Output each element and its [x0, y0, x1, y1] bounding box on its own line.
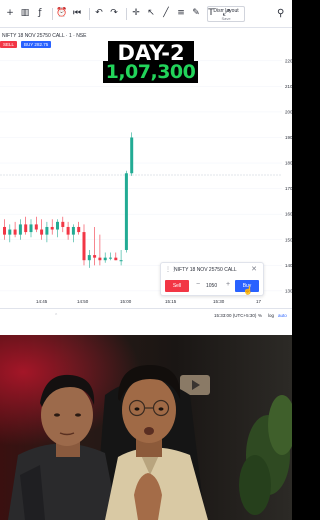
price-tick-label: 180 [285, 161, 292, 166]
candle-down [66, 226, 70, 235]
order-panel-title: NIFTY 18 NOV 25750 CALL [174, 267, 237, 273]
time-label: 15:30 [213, 299, 225, 304]
candle-down [77, 226, 81, 233]
price-tick-label: 140 [285, 263, 292, 268]
price-axis: 220 210 200 190 180 170 160 150 140 130 [285, 58, 292, 293]
toolbar-divider [89, 7, 90, 20]
time-label: 14:50 [77, 299, 89, 304]
price-tick-label: 220 [285, 58, 292, 63]
quantity-field[interactable]: 1050 [206, 283, 217, 289]
cursor-tool-icon[interactable]: ↖ [145, 8, 157, 20]
indicators-icon[interactable]: ƒ [34, 8, 46, 20]
candle-up [109, 257, 112, 259]
time-label: 15:15 [165, 299, 177, 304]
pointer-cursor-icon: ☝ [243, 286, 253, 295]
crosshair-icon[interactable]: ✛ [130, 8, 142, 20]
layout-save-label: Save [221, 16, 231, 21]
utc-clock[interactable]: 15:33:00 (UTC+5:30) [214, 313, 256, 318]
chart-grid [0, 60, 282, 292]
percent-toggle[interactable]: % [258, 313, 262, 318]
increase-qty-button[interactable]: + [226, 281, 230, 288]
redo-icon[interactable]: ↷ [108, 8, 120, 20]
time-axis: 14:45 14:50 15:00 15:15 15:30 17 [0, 299, 292, 307]
candle-down [114, 257, 118, 261]
candle-down [13, 229, 17, 235]
candle-down [50, 226, 54, 230]
sell-button[interactable]: Sell [165, 280, 189, 292]
undo-icon[interactable]: ↶ [93, 8, 105, 20]
collapse-arrow-icon[interactable]: ⌃ [54, 313, 58, 319]
candle-up [8, 229, 12, 235]
trading-screen: + ▥ ƒ ⏰ ⏮ ↶ ↷ ✛ ↖ ╱ ≡ ✎ T ⤢ Disrr layout… [0, 0, 292, 335]
candle-up [124, 173, 128, 250]
candle-up [56, 221, 59, 230]
toolbar-divider [52, 7, 53, 20]
webcam-feed [0, 335, 292, 520]
decrease-qty-button[interactable]: − [196, 281, 200, 288]
price-tick-label: 200 [285, 109, 292, 114]
bar-style-icon[interactable]: ▥ [19, 8, 31, 20]
candle-up [119, 260, 123, 262]
chart-toolbar: + ▥ ƒ ⏰ ⏮ ↶ ↷ ✛ ↖ ╱ ≡ ✎ T ⤢ Disrr layout… [0, 0, 292, 28]
time-label: 14:45 [36, 299, 48, 304]
candle-up [130, 137, 134, 174]
toolbar-divider [126, 7, 127, 20]
candle-up [71, 226, 75, 235]
price-tick-label: 160 [285, 212, 292, 217]
candle-down [93, 255, 97, 258]
candle-up [29, 224, 33, 233]
auto-toggle[interactable]: auto [278, 313, 287, 318]
candle-down [40, 229, 44, 235]
trendline-icon[interactable]: ╱ [160, 8, 172, 20]
webcam-image [0, 335, 292, 520]
candle-down [3, 226, 6, 235]
price-tick-label: 150 [285, 237, 292, 242]
candle-down [61, 221, 65, 227]
candle-down [98, 257, 102, 261]
candle-up [87, 255, 91, 261]
candle-up [45, 226, 49, 235]
candle-up [103, 257, 107, 261]
layout-name: Disrr layout [213, 8, 239, 14]
profit-amount: 1,07,300 [103, 61, 198, 83]
chart-bottom-bar: ⌃ 15:33:00 (UTC+5:30) % log auto [0, 308, 292, 335]
time-label: 17 [256, 299, 262, 304]
replay-icon[interactable]: ⏮ [71, 8, 83, 20]
brush-icon[interactable]: ✎ [190, 8, 202, 20]
candle-down [82, 232, 86, 261]
price-tick-label: 130 [285, 288, 292, 293]
log-toggle[interactable]: log [268, 313, 274, 318]
candle-up [18, 224, 22, 235]
candle-down [24, 224, 28, 233]
price-tick-label: 210 [285, 84, 292, 89]
time-label: 15:00 [120, 299, 132, 304]
price-tick-label: 190 [285, 135, 292, 140]
price-tick-label: 170 [285, 186, 292, 191]
candle-series [3, 132, 134, 268]
close-icon[interactable]: ✕ [251, 265, 257, 273]
layout-selector[interactable]: Disrr layout Save [207, 6, 245, 22]
search-icon[interactable]: ⚲ [277, 8, 284, 19]
plus-icon[interactable]: + [4, 8, 16, 20]
alert-icon[interactable]: ⏰ [56, 8, 68, 20]
fib-icon[interactable]: ≡ [175, 8, 187, 20]
candle-down [34, 224, 38, 230]
